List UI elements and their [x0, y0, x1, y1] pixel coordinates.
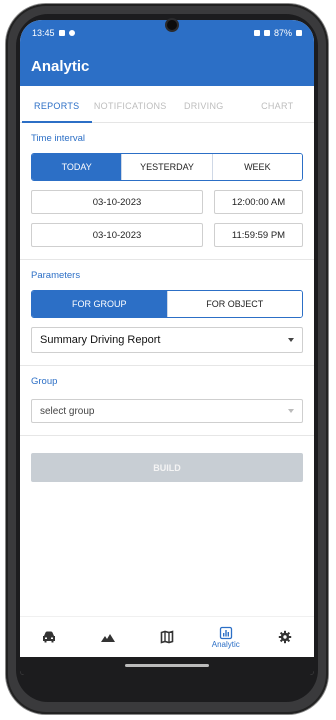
group-label: Group — [31, 376, 58, 387]
tab-reports[interactable]: REPORTS — [20, 101, 94, 123]
build-button[interactable]: BUILD — [31, 453, 303, 482]
map-icon — [160, 630, 174, 644]
front-camera — [167, 20, 177, 30]
app-screen: 13:45 87% Analytic REPORTS NOTIFICATIONS… — [20, 20, 314, 675]
to-row: 03-10-2023 11:59:59 PM — [31, 223, 303, 247]
tab-chart[interactable]: CHART — [241, 101, 315, 122]
from-date-field[interactable]: 03-10-2023 — [31, 190, 203, 214]
analytics-icon — [219, 626, 232, 639]
report-type-select[interactable]: Summary Driving Report — [31, 327, 303, 353]
group-select[interactable]: select group — [31, 399, 303, 423]
battery-level: 87% — [273, 28, 292, 38]
divider — [20, 435, 314, 436]
yesterday-button[interactable]: YESTERDAY — [121, 154, 212, 180]
gear-icon — [278, 630, 291, 644]
time-interval-selector: TODAY YESTERDAY WEEK — [31, 153, 303, 181]
nav-map[interactable] — [142, 630, 192, 644]
battery-icon — [296, 30, 302, 36]
system-gesture-bar — [20, 657, 314, 675]
from-time-field[interactable]: 12:00:00 AM — [214, 190, 303, 214]
parameters-selector: FOR GROUP FOR OBJECT — [31, 290, 303, 318]
from-row: 03-10-2023 12:00:00 AM — [31, 190, 303, 214]
report-type-value: Summary Driving Report — [40, 334, 161, 346]
notification-icon — [68, 30, 75, 36]
tab-notifications[interactable]: NOTIFICATIONS — [94, 101, 168, 122]
time-interval-label: Time interval — [31, 133, 86, 144]
nav-analytic-label: Analytic — [211, 639, 240, 649]
today-button[interactable]: TODAY — [32, 154, 122, 180]
car-icon — [43, 631, 56, 643]
status-time: 13:45 — [32, 28, 55, 38]
nav-settings[interactable] — [260, 630, 310, 644]
for-object-button[interactable]: FOR OBJECT — [166, 291, 302, 317]
group-placeholder: select group — [40, 405, 95, 417]
week-button[interactable]: WEEK — [211, 154, 302, 180]
bottom-navigation: Analytic — [20, 616, 314, 657]
chevron-down-icon — [288, 338, 294, 342]
tab-driving[interactable]: DRIVING — [167, 101, 241, 122]
for-group-button[interactable]: FOR GROUP — [32, 291, 167, 317]
to-date-field[interactable]: 03-10-2023 — [31, 223, 203, 247]
nav-car[interactable] — [24, 630, 74, 644]
chevron-down-icon — [288, 409, 294, 413]
wifi-icon — [253, 30, 260, 36]
parameters-label: Parameters — [31, 270, 81, 281]
to-time-field[interactable]: 11:59:59 PM — [214, 223, 303, 247]
notification-icon — [58, 30, 65, 36]
nav-terrain[interactable] — [83, 631, 133, 643]
mountain-icon — [101, 634, 116, 642]
nav-analytic[interactable]: Analytic — [201, 626, 251, 649]
signal-icon — [263, 30, 270, 36]
home-indicator[interactable] — [125, 664, 209, 667]
page-title: Analytic — [31, 57, 90, 75]
app-bar: Analytic — [20, 46, 314, 86]
tab-bar: REPORTS NOTIFICATIONS DRIVING CHART — [20, 86, 314, 123]
